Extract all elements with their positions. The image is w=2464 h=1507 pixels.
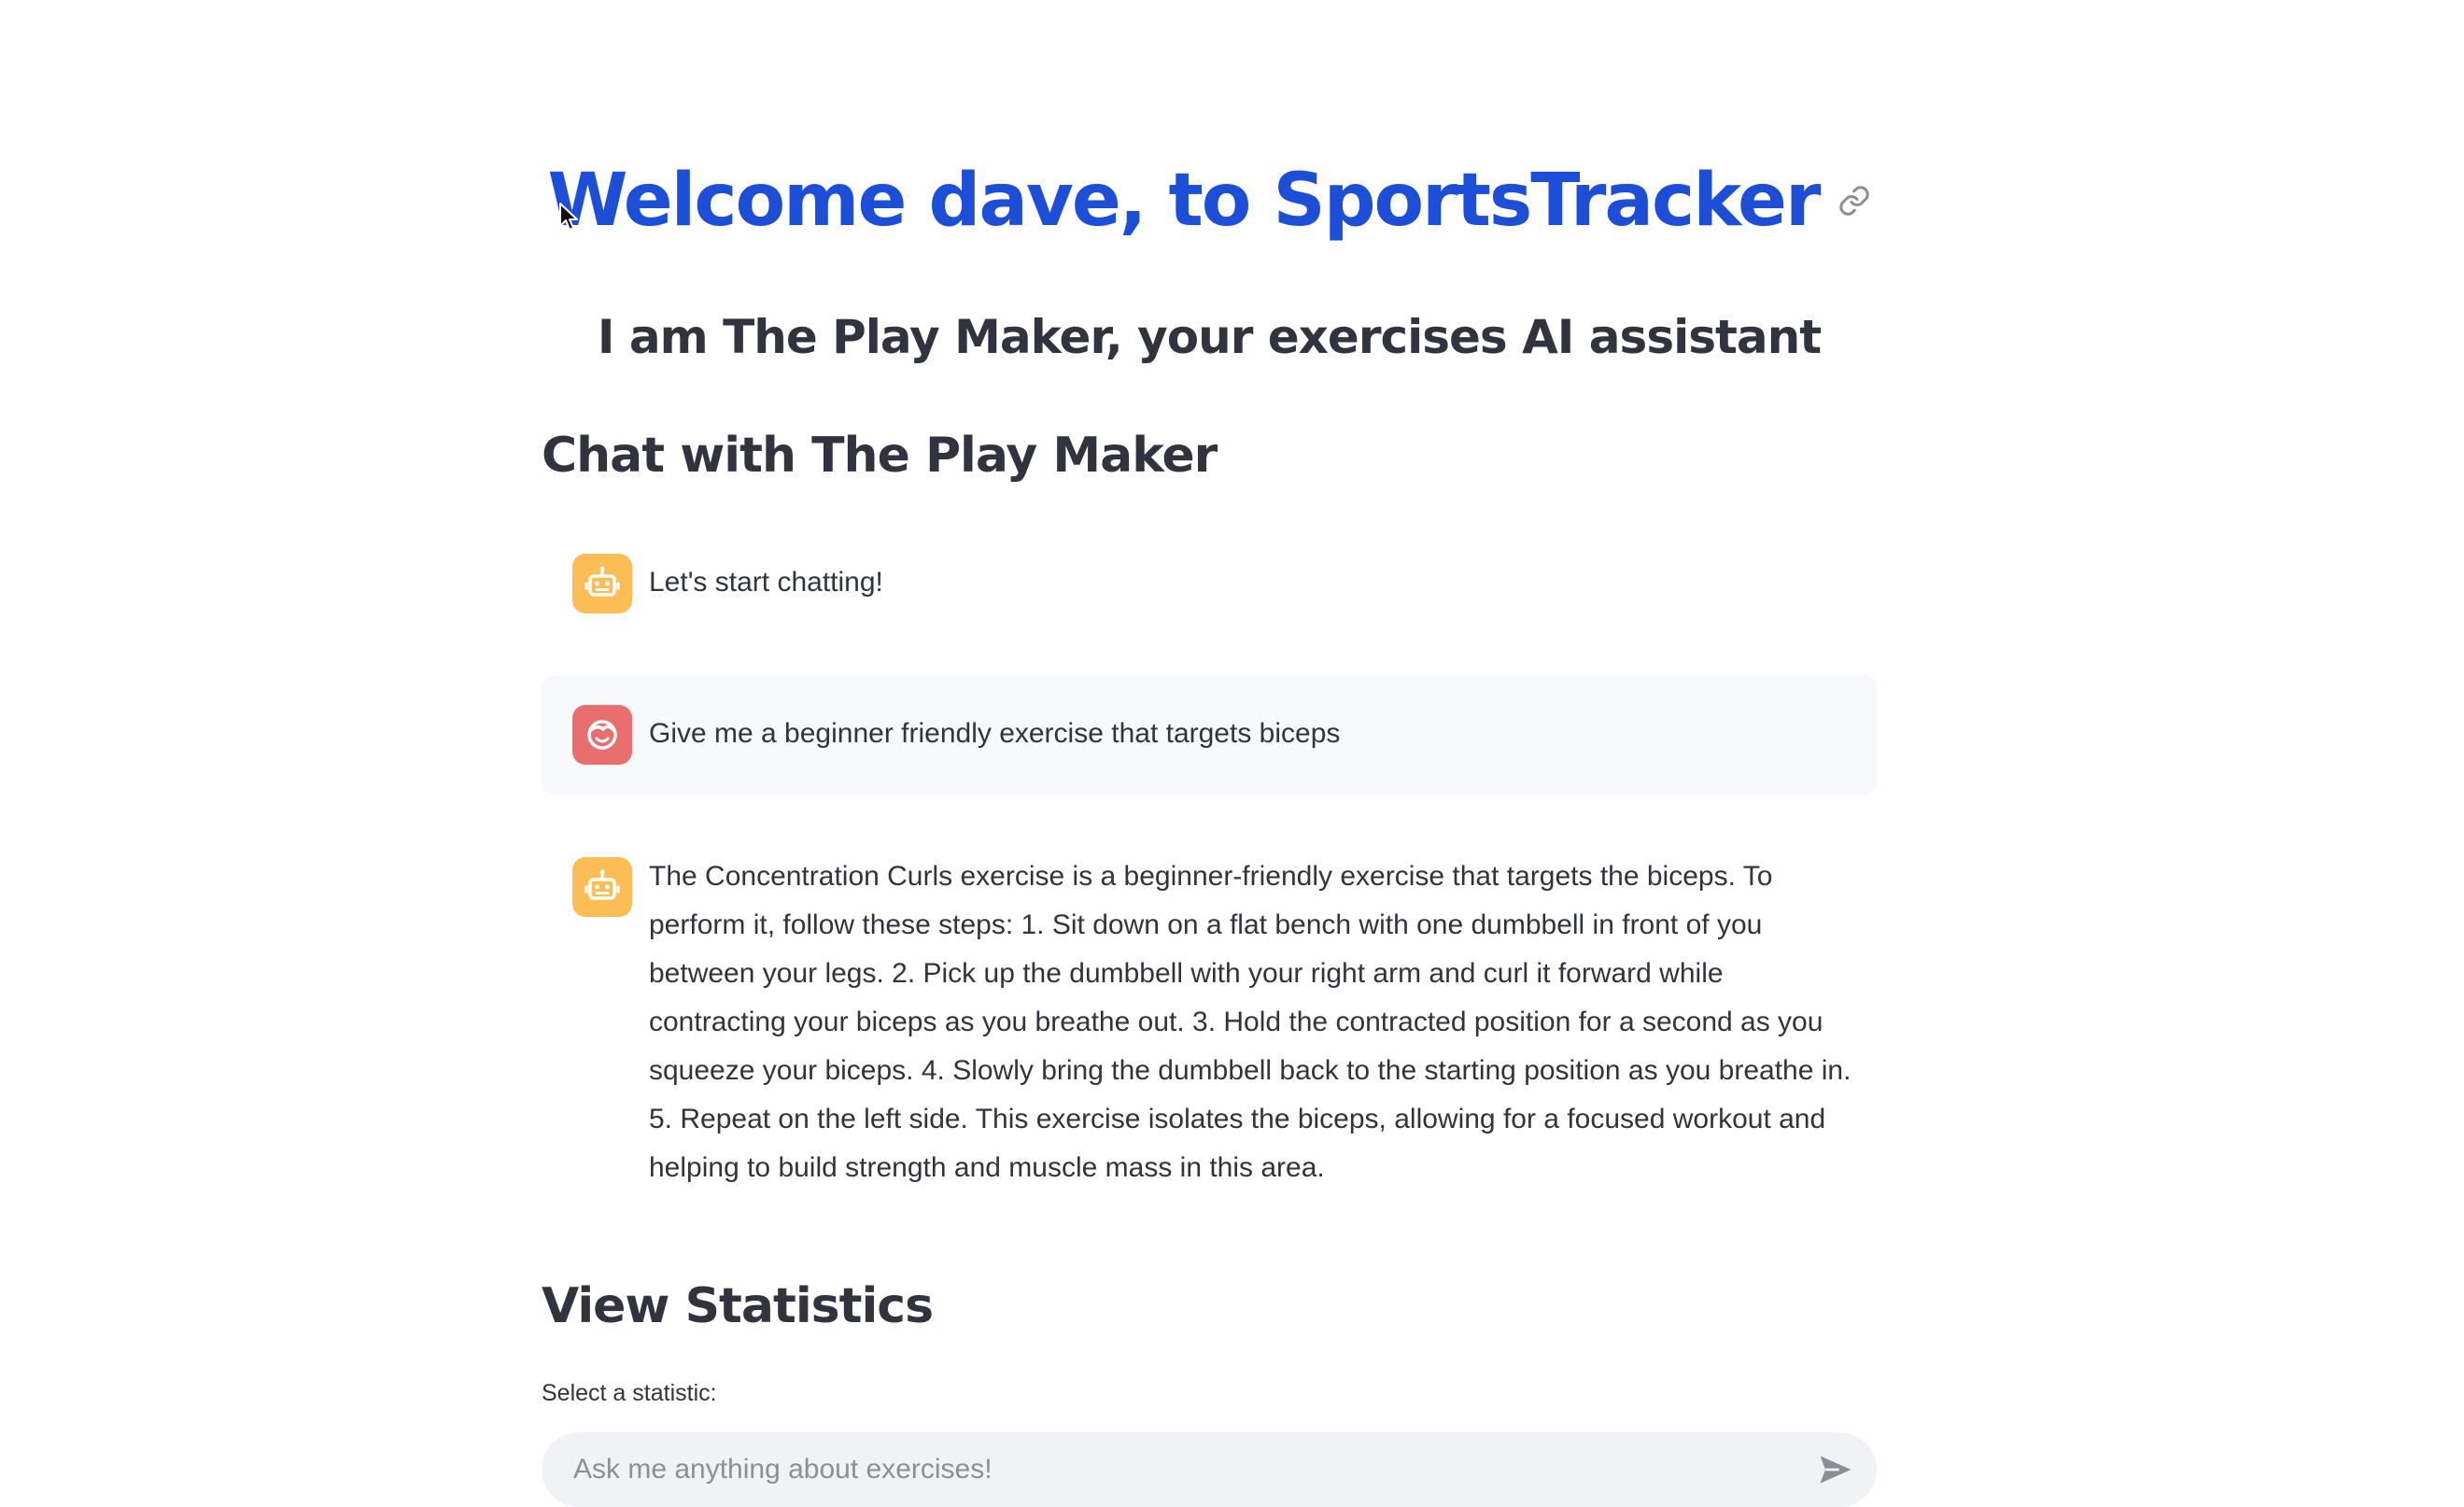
statistic-select-label: Select a statistic: — [542, 1380, 717, 1406]
chat-message-assistant: The Concentration Curls exercise is a be… — [542, 850, 1877, 1204]
link-icon[interactable] — [1837, 184, 1871, 218]
user-face-icon — [572, 705, 632, 765]
statistics-heading: View Statistics — [542, 1278, 934, 1334]
message-text: The Concentration Curls exercise is a be… — [649, 861, 1852, 1183]
chat-input[interactable] — [573, 1432, 1787, 1507]
page-header: Welcome dave, to SportsTracker — [542, 159, 1877, 243]
send-icon — [1820, 1456, 1852, 1484]
message-text: Let's start chatting! — [649, 567, 883, 598]
chat-heading: Chat with The Play Maker — [542, 428, 1218, 484]
page-subtitle: I am The Play Maker, your exercises AI a… — [597, 310, 1822, 364]
main-content: Welcome dave, to SportsTracker I am The … — [542, 0, 1877, 1507]
chat-message-assistant: Let's start chatting! — [542, 546, 1877, 621]
chat-input-bar — [542, 1432, 1877, 1507]
mouse-cursor-icon — [559, 203, 578, 231]
chat-message-user: Give me a beginner friendly exercise tha… — [542, 675, 1877, 795]
page-title: Welcome dave, to SportsTracker — [547, 159, 1821, 243]
message-text: Give me a beginner friendly exercise tha… — [649, 718, 1341, 749]
robot-icon — [572, 554, 632, 613]
send-button[interactable] — [1815, 1449, 1856, 1490]
robot-icon — [572, 857, 632, 917]
